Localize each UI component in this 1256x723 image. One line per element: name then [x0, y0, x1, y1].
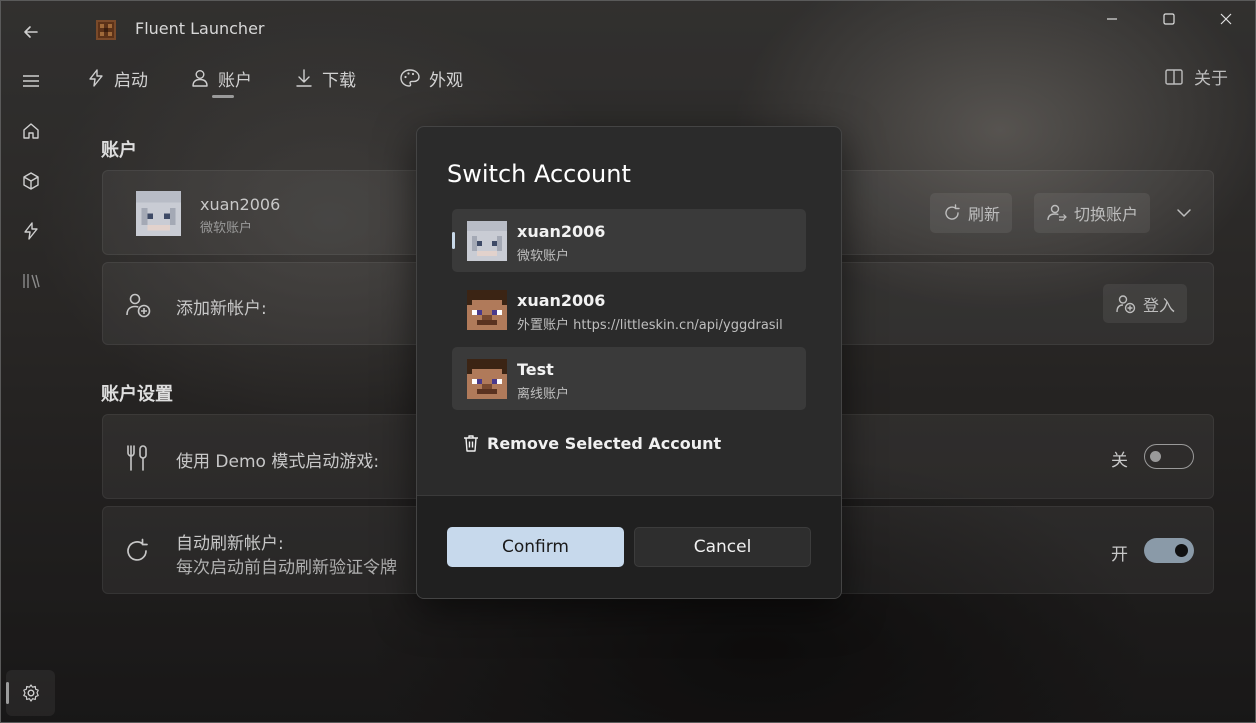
refresh-button[interactable]: 刷新: [930, 193, 1013, 233]
login-button[interactable]: 登入: [1103, 284, 1188, 323]
expand-button[interactable]: [1174, 203, 1194, 223]
cancel-button[interactable]: Cancel: [634, 527, 811, 567]
avatar: [467, 221, 507, 261]
login-label: 登入: [1143, 295, 1176, 315]
tab-launch-label: 启动: [114, 70, 148, 91]
avatar: [467, 359, 507, 399]
remove-account-label: Remove Selected Account: [487, 433, 722, 453]
person-add-icon: [124, 291, 152, 323]
rail-library-button[interactable]: [12, 264, 50, 298]
current-account-type: 微软账户: [200, 221, 253, 236]
tab-active-indicator: [212, 95, 234, 98]
auto-refresh-label: 自动刷新帐户:: [176, 534, 284, 554]
switch-account-label: 切换账户: [1074, 205, 1139, 224]
toggle-knob: [1175, 544, 1188, 557]
account-type: 微软账户: [517, 249, 570, 264]
gear-icon: [23, 684, 39, 702]
add-account-label: 添加新帐户:: [176, 299, 267, 319]
arrow-left-icon: [24, 26, 38, 38]
demo-state-label: 关: [1111, 451, 1128, 471]
lightning-icon: [24, 222, 38, 240]
rail-launch-button[interactable]: [12, 214, 50, 248]
maximize-button[interactable]: [1146, 8, 1192, 30]
palette-icon: [400, 69, 420, 87]
account-list-item[interactable]: xuan2006 微软账户: [452, 209, 806, 272]
switch-account-button[interactable]: 切换账户: [1034, 193, 1151, 233]
avatar: [136, 191, 181, 236]
account-name: Test: [517, 360, 554, 379]
rail-cube-button[interactable]: [12, 164, 50, 198]
wrench-fork-icon: [123, 443, 151, 477]
app-title: Fluent Launcher: [135, 19, 265, 38]
tab-appearance[interactable]: 外观: [399, 64, 463, 92]
account-name: xuan2006: [517, 291, 606, 310]
account-name: xuan2006: [517, 222, 606, 241]
auto-refresh-state-label: 开: [1111, 545, 1128, 565]
rail-settings-button[interactable]: [12, 676, 50, 710]
demo-mode-label: 使用 Demo 模式启动游戏:: [176, 452, 380, 472]
auto-refresh-desc: 每次启动前自动刷新验证令牌: [176, 558, 397, 578]
remove-account-button[interactable]: Remove Selected Account: [461, 433, 721, 453]
confirm-button[interactable]: Confirm: [447, 527, 624, 567]
auto-refresh-toggle[interactable]: [1144, 538, 1194, 563]
selection-indicator: [452, 232, 455, 249]
close-icon: [1220, 13, 1232, 25]
book-icon: [1165, 68, 1183, 85]
dialog-title: Switch Account: [447, 160, 631, 188]
chevron-down-icon: [1177, 209, 1191, 217]
minimize-icon: [1107, 18, 1117, 20]
rail-home-button[interactable]: [12, 114, 50, 148]
cube-icon: [23, 172, 39, 190]
rail-menu-button[interactable]: [12, 64, 50, 98]
about-label: 关于: [1194, 69, 1228, 89]
tab-download-label: 下载: [322, 70, 356, 91]
toggle-knob: [1150, 451, 1161, 462]
about-button[interactable]: 关于: [1164, 64, 1228, 89]
download-icon: [296, 69, 312, 87]
maximize-icon: [1163, 13, 1175, 25]
app-logo-icon: [95, 19, 117, 41]
person-add-icon: [1116, 294, 1136, 313]
tab-appearance-label: 外观: [429, 70, 463, 91]
library-icon: [23, 274, 40, 289]
refresh-icon: [945, 204, 960, 220]
menu-icon: [23, 75, 39, 87]
account-type: 外置账户 https://littleskin.cn/api/yggdrasil: [517, 318, 783, 333]
dialog-footer: Confirm Cancel: [417, 495, 841, 598]
tab-download[interactable]: 下载: [294, 64, 356, 92]
accounts-section-title: 账户: [101, 140, 137, 161]
demo-mode-toggle[interactable]: [1144, 444, 1194, 469]
close-button[interactable]: [1203, 8, 1249, 30]
account-list-item[interactable]: xuan2006 外置账户 https://littleskin.cn/api/…: [452, 278, 806, 341]
person-icon: [192, 70, 208, 87]
account-type: 离线账户: [517, 387, 570, 402]
trash-icon: [464, 435, 478, 452]
back-button[interactable]: [16, 17, 46, 47]
rail-selection-indicator: [6, 682, 9, 704]
settings-section-title: 账户设置: [101, 384, 173, 405]
home-icon: [23, 123, 39, 139]
tab-account-label: 账户: [218, 70, 252, 91]
minimize-button[interactable]: [1089, 8, 1135, 30]
switch-account-dialog: Switch Account xuan2006 微软账户 xuan2006 外置…: [416, 126, 842, 599]
refresh-icon: [123, 537, 151, 569]
account-list-item[interactable]: Test 离线账户: [452, 347, 806, 410]
tab-account[interactable]: 账户: [190, 64, 252, 92]
lightning-icon: [89, 69, 103, 87]
person-switch-icon: [1047, 204, 1067, 221]
refresh-label: 刷新: [968, 205, 1001, 224]
tab-launch[interactable]: 启动: [86, 64, 148, 92]
avatar: [467, 290, 507, 330]
current-account-name: xuan2006: [200, 195, 281, 214]
